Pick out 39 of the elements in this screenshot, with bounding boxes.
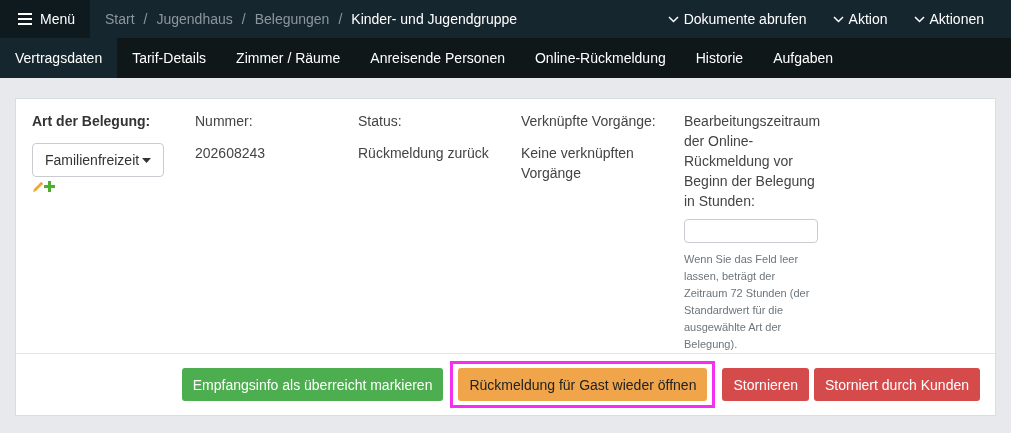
tab[interactable]: Zimmer / Räume (221, 38, 356, 78)
chevron-down-icon (913, 15, 925, 23)
field-label: Bearbeitungszeitraum der Online-Rückmeldung vor Beginn der Belegung in Stunden: (684, 112, 822, 211)
dropdown-menu-button[interactable]: Aktion (832, 11, 888, 27)
breadcrumb-link[interactable]: Start (105, 11, 135, 27)
tab[interactable]: Aufgaben (758, 38, 849, 78)
plus-icon[interactable] (44, 181, 55, 192)
field-value: Keine verknüpften Vorgänge (521, 144, 635, 183)
breadcrumb-link[interactable]: Kinder- und Jugendgruppe (351, 11, 518, 27)
field-value: Rückmeldung zurück (358, 144, 490, 163)
breadcrumb-link[interactable]: Jugendhaus (156, 11, 233, 27)
caret-icon (142, 157, 151, 163)
breadcrumb-separator: / (241, 11, 246, 27)
tab[interactable]: Vertragsdaten (0, 38, 118, 78)
tab[interactable]: Online-Rückmeldung (519, 38, 681, 78)
chevron-down-icon (667, 15, 679, 23)
field-label: Status: (358, 112, 403, 131)
breadcrumb-link[interactable]: Belegungen (254, 11, 330, 27)
action-button[interactable]: Storniert durch Kunden (814, 368, 980, 401)
field-value: 202608243 (195, 144, 267, 163)
chevron-down-icon (832, 15, 844, 23)
field-label: Verknüpfte Vorgänge: (521, 112, 657, 131)
action-button[interactable]: Rückmeldung für Gast wieder öffnen (458, 368, 708, 401)
hours-input-field[interactable] (684, 219, 818, 243)
tab[interactable]: Anreisende Personen (355, 38, 520, 78)
menu-icon (18, 13, 32, 25)
tab[interactable]: Tarif-Details (117, 38, 222, 78)
help-text: Wenn Sie das Feld leer lassen, beträgt der Zeitraum 72 Stunden (der Standardwert für die ausgewählte Art der Belegung). (684, 252, 811, 352)
field-label: Nummer: (195, 112, 254, 131)
breadcrumb-separator: / (143, 11, 148, 27)
breadcrumb-separator: / (338, 11, 343, 27)
dropdown-menu-button[interactable]: Aktionen (913, 11, 984, 27)
tab[interactable]: Historie (680, 38, 759, 78)
type-dropdown[interactable]: Familienfreizeit (32, 143, 164, 177)
dropdown-menu-button[interactable]: Dokumente abrufen (667, 11, 807, 27)
field-label: Art der Belegung: (32, 112, 152, 131)
menu-button[interactable]: Menü (0, 0, 90, 38)
action-button[interactable]: Stornieren (722, 368, 809, 401)
pencil-icon[interactable] (32, 181, 44, 193)
